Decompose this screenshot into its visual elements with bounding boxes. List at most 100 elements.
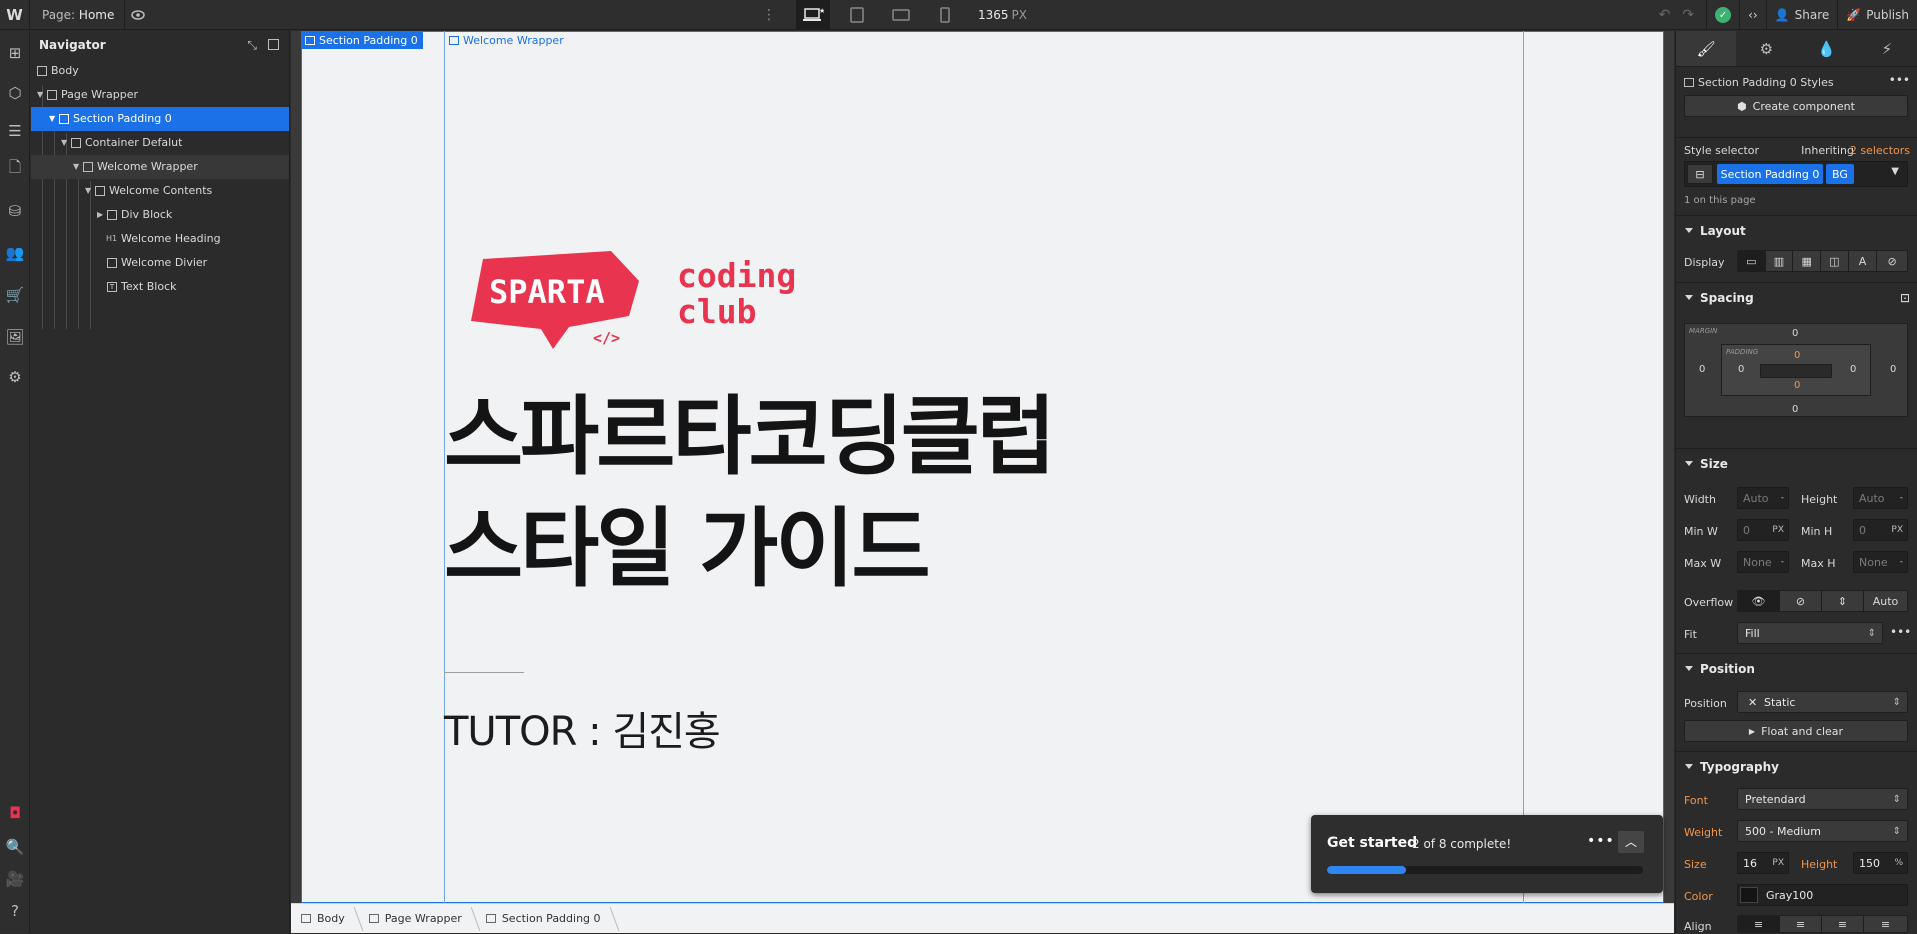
dock-panel-icon[interactable] <box>268 39 279 50</box>
mobile-landscape-icon[interactable] <box>884 0 918 30</box>
display-block-icon[interactable]: ▭ <box>1738 251 1766 271</box>
color-swatch[interactable] <box>1740 887 1758 903</box>
nav-item-welcome-wrapper[interactable]: ▼ Welcome Wrapper <box>31 155 289 179</box>
selector-field[interactable]: ⊟ Section Padding 0 BG ▼ <box>1684 161 1908 187</box>
typography-section-header[interactable]: Typography <box>1676 751 1917 781</box>
nav-item-div-block[interactable]: ▶ Div Block <box>31 203 289 227</box>
code-export-button[interactable]: ‹› <box>1739 0 1766 30</box>
redo-icon[interactable]: ↷ <box>1676 7 1700 23</box>
display-flex-icon[interactable]: ▥ <box>1765 251 1794 271</box>
collapse-icon[interactable]: ⤡ <box>247 31 257 59</box>
class-pill-section-padding[interactable]: Section Padding 0 <box>1717 164 1823 184</box>
publish-button[interactable]: 🚀 Publish <box>1837 0 1917 30</box>
mobile-portrait-icon[interactable] <box>928 0 962 30</box>
font-size-input[interactable]: 16 PX <box>1737 852 1789 874</box>
spacing-reset-icon[interactable]: ⊡ <box>1900 283 1910 313</box>
nav-item-body[interactable]: Body <box>31 59 289 83</box>
inheriting-count[interactable]: 2 selectors <box>1850 144 1910 157</box>
max-height-input[interactable]: None - <box>1853 551 1908 573</box>
float-and-clear-button[interactable]: ▶ Float and clear <box>1684 720 1908 742</box>
desktop-breakpoint-icon[interactable]: ★ <box>796 0 830 30</box>
overflow-hidden-icon[interactable]: ⊘ <box>1780 591 1822 611</box>
height-input[interactable]: Auto - <box>1853 487 1908 509</box>
padding-bottom[interactable]: 0 <box>1794 380 1800 391</box>
display-grid-icon[interactable]: ▦ <box>1793 251 1822 271</box>
section-selection-tag[interactable]: Section Padding 0 <box>301 32 423 49</box>
min-width-input[interactable]: 0 PX <box>1737 519 1789 541</box>
line-height-input[interactable]: 150% <box>1853 852 1908 874</box>
padding-top[interactable]: 0 <box>1794 350 1800 361</box>
publish-status[interactable]: ✓ <box>1706 0 1739 30</box>
tutor-text-block[interactable]: TUTOR : 김진홍 <box>444 699 721 757</box>
welcome-divider[interactable] <box>444 672 524 673</box>
margin-right[interactable]: 0 <box>1890 364 1896 375</box>
selector-mode-icon[interactable]: ⊟ <box>1687 164 1713 184</box>
collapse-chevron-up-icon[interactable]: ︿ <box>1618 831 1644 853</box>
help-icon[interactable]: ? <box>5 901 25 921</box>
navigator-icon[interactable]: ☰ <box>5 121 25 141</box>
webflow-logo-icon[interactable]: W <box>0 0 30 30</box>
min-height-input[interactable]: 0 PX <box>1853 519 1908 541</box>
breadcrumb-body[interactable]: Body <box>291 904 359 934</box>
overflow-scroll-icon[interactable]: ⇕ <box>1822 591 1864 611</box>
breadcrumb-page-wrapper[interactable]: Page Wrapper <box>359 904 476 934</box>
overflow-visible-eye-icon[interactable]: 👁 <box>1738 591 1780 611</box>
cms-icon[interactable]: ⛁ <box>5 201 25 221</box>
nav-item-page-wrapper[interactable]: ▼ Page Wrapper <box>31 83 289 107</box>
display-inline-block-icon[interactable]: ◫ <box>1821 251 1849 271</box>
users-icon[interactable]: 👥 <box>5 243 25 263</box>
preview-eye-icon[interactable] <box>130 8 146 22</box>
share-button[interactable]: 👤 Share <box>1765 0 1838 30</box>
max-width-input[interactable]: None - <box>1737 551 1789 573</box>
welcome-heading[interactable]: 스파르타코딩클럽 스타일 가이드 <box>444 381 1056 605</box>
page-selector[interactable]: Page: Home <box>32 0 126 30</box>
color-input[interactable]: Gray100 <box>1737 884 1908 906</box>
undo-icon[interactable]: ↶ <box>1653 7 1677 23</box>
class-pill-bg[interactable]: BG <box>1826 164 1854 184</box>
video-icon[interactable]: 🎥 <box>5 869 25 889</box>
layout-section-header[interactable]: Layout <box>1676 215 1917 245</box>
style-brush-icon[interactable]: 🖌 <box>1676 31 1737 66</box>
font-select[interactable]: Pretendard <box>1737 788 1908 810</box>
nav-item-text-block[interactable]: T Text Block <box>31 275 289 299</box>
nav-item-container[interactable]: ▼ Container Defalut <box>31 131 289 155</box>
components-icon[interactable]: ⬡ <box>5 83 25 103</box>
align-justify-icon[interactable]: ≡ <box>1864 916 1907 932</box>
more-dots-icon[interactable]: ⋮ <box>762 7 776 23</box>
fit-select[interactable]: Fill <box>1737 622 1883 644</box>
add-elements-icon[interactable]: ⊞ <box>5 43 25 63</box>
ecommerce-icon[interactable]: 🛒 <box>5 285 25 305</box>
element-settings-gear-icon[interactable]: ⚙ <box>1736 31 1796 66</box>
align-center-icon[interactable]: ≡ <box>1780 916 1822 932</box>
nav-item-section-padding[interactable]: ▼ Section Padding 0 <box>31 107 289 131</box>
margin-bottom[interactable]: 0 <box>1792 404 1798 415</box>
display-inline-icon[interactable]: A <box>1848 251 1878 271</box>
spacing-section-header[interactable]: Spacing ⊡ <box>1676 282 1917 312</box>
nav-item-welcome-divier[interactable]: Welcome Divier <box>31 251 289 275</box>
style-manager-drops-icon[interactable]: 💧 <box>1797 31 1857 66</box>
overflow-auto-button[interactable]: Auto <box>1864 591 1907 611</box>
margin-left[interactable]: 0 <box>1699 364 1705 375</box>
nav-item-welcome-heading[interactable]: H1 Welcome Heading <box>31 227 289 251</box>
align-left-icon[interactable]: ≡ <box>1738 916 1780 932</box>
breadcrumb-section-padding[interactable]: Section Padding 0 <box>476 904 615 934</box>
create-component-button[interactable]: ⬢ Create component <box>1684 95 1908 117</box>
interactions-bolt-icon[interactable]: ⚡ <box>1857 31 1917 66</box>
search-icon[interactable]: 🔍 <box>5 837 25 857</box>
assets-icon[interactable]: 🖼 <box>5 327 25 347</box>
fit-more-icon[interactable]: ••• <box>1890 625 1911 639</box>
margin-top[interactable]: 0 <box>1792 328 1798 339</box>
nav-item-welcome-contents[interactable]: ▼ Welcome Contents <box>31 179 289 203</box>
weight-select[interactable]: 500 - Medium <box>1737 820 1908 842</box>
more-options-icon[interactable]: ••• <box>1587 833 1615 849</box>
position-section-header[interactable]: Position <box>1676 653 1917 683</box>
width-input[interactable]: Auto - <box>1737 487 1789 509</box>
page-preview[interactable]: Section Padding 0 Welcome Wrapper SPARTA… <box>301 31 1664 903</box>
padding-right[interactable]: 0 <box>1850 364 1856 375</box>
padding-left[interactable]: 0 <box>1738 364 1744 375</box>
get-started-widget[interactable]: Get started 2 of 8 complete! ••• ︿ <box>1311 815 1663 893</box>
tablet-breakpoint-icon[interactable] <box>840 0 874 30</box>
align-right-icon[interactable]: ≡ <box>1822 916 1864 932</box>
size-section-header[interactable]: Size <box>1676 448 1917 478</box>
more-dots-icon[interactable]: ••• <box>1889 73 1910 87</box>
